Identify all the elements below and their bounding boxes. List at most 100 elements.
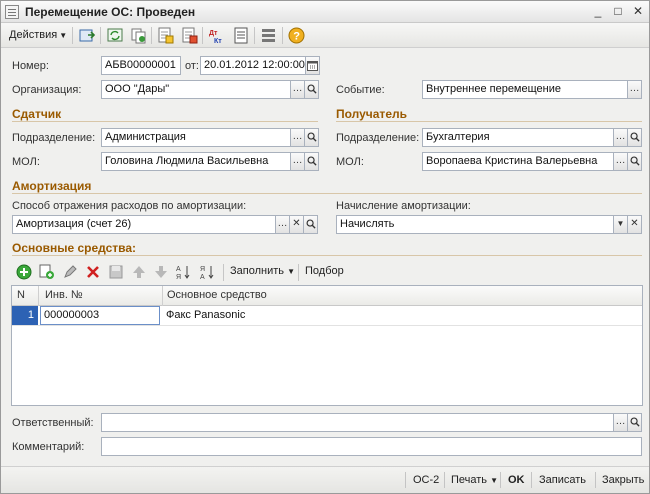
toolbar-divider	[595, 472, 596, 488]
toolbar-divider	[100, 27, 101, 44]
dt-kt-entries-icon[interactable]: Дт Кт	[208, 27, 225, 44]
number-field[interactable]: АБВ00000001	[101, 56, 181, 75]
amortization-method-field[interactable]: Амортизация (счет 26)	[12, 215, 276, 234]
move-up-icon[interactable]	[131, 264, 147, 280]
sender-department-select-button[interactable]: …	[290, 128, 305, 147]
close-window-button[interactable]: ✕	[630, 4, 646, 19]
sender-mol-open-button[interactable]	[304, 152, 319, 171]
receiver-mol-field[interactable]: Воропаева Кристина Валерьевна	[422, 152, 614, 171]
sender-department-open-button[interactable]	[304, 128, 319, 147]
chevron-down-icon: ▼	[490, 476, 499, 485]
ok-button[interactable]: OK	[508, 474, 525, 486]
column-header-n[interactable]: N	[17, 289, 25, 301]
inventory-number-cell[interactable]: 000000003	[40, 306, 160, 325]
receiver-mol-select-button[interactable]: …	[613, 152, 628, 171]
toolbar-divider	[531, 472, 532, 488]
receiver-mol-open-button[interactable]	[627, 152, 642, 171]
amortization-method-open-button[interactable]	[303, 215, 318, 234]
structure-icon[interactable]	[260, 27, 277, 44]
report-icon[interactable]	[233, 27, 250, 44]
post-document-icon[interactable]	[157, 27, 174, 44]
move-down-icon[interactable]	[153, 264, 169, 280]
responsible-open-button[interactable]	[627, 413, 642, 432]
svg-text:?: ?	[293, 31, 300, 43]
toolbar-divider	[254, 27, 255, 44]
assets-section-title: Основные средства:	[12, 241, 137, 255]
fill-menu-button[interactable]: Заполнить ▼	[230, 265, 295, 277]
svg-text:А: А	[176, 266, 181, 273]
section-divider	[12, 193, 642, 194]
svg-text:Кт: Кт	[214, 38, 222, 44]
save-row-icon[interactable]	[108, 264, 124, 280]
select-button[interactable]: Подбор	[305, 265, 344, 277]
edit-row-icon[interactable]	[62, 264, 78, 280]
svg-text:Я: Я	[176, 274, 181, 280]
close-button[interactable]: Закрыть	[602, 474, 644, 486]
maximize-button[interactable]: □	[610, 4, 626, 19]
column-header-asset[interactable]: Основное средство	[167, 289, 267, 301]
column-divider	[162, 286, 163, 306]
date-field[interactable]: 20.01.2012 12:00:00	[200, 56, 307, 75]
toolbar-divider	[444, 472, 445, 488]
receiver-department-select-button[interactable]: …	[613, 128, 628, 147]
calendar-icon	[307, 61, 318, 71]
sort-ascending-icon[interactable]: АЯ	[176, 264, 192, 280]
chevron-down-icon: ▼	[59, 31, 68, 40]
toolbar-divider	[405, 472, 406, 488]
event-select-button[interactable]: …	[627, 80, 642, 99]
column-header-inventory-number[interactable]: Инв. №	[45, 289, 83, 301]
help-icon[interactable]: ?	[288, 27, 305, 44]
amortization-accrual-dropdown-button[interactable]: ▼	[613, 215, 628, 234]
calendar-button[interactable]	[305, 56, 320, 75]
receiver-department-open-button[interactable]	[627, 128, 642, 147]
search-icon	[306, 219, 316, 229]
amortization-accrual-clear-button[interactable]: ✕	[627, 215, 642, 234]
copy-row-icon[interactable]	[39, 264, 55, 280]
comment-field[interactable]	[101, 437, 642, 456]
search-icon	[307, 132, 317, 142]
refresh-icon[interactable]	[107, 27, 124, 44]
section-divider	[12, 121, 318, 122]
table-row[interactable]: 1 000000003 Факс Panasonic	[12, 306, 642, 326]
event-field[interactable]: Внутреннее перемещение	[422, 80, 628, 99]
column-divider	[38, 286, 39, 306]
svg-text:Я: Я	[200, 266, 205, 273]
sort-descending-icon[interactable]: ЯА	[200, 264, 216, 280]
organization-open-button[interactable]	[304, 80, 319, 99]
actions-menu-button[interactable]: Действия ▼	[9, 29, 67, 41]
document-icon	[5, 5, 19, 19]
amortization-method-label: Способ отражения расходов по амортизации…	[12, 200, 247, 212]
sender-mol-field[interactable]: Головина Людмила Васильевна	[101, 152, 291, 171]
organization-select-button[interactable]: …	[290, 80, 305, 99]
organization-label: Организация:	[12, 84, 82, 96]
os2-form-button[interactable]: ОС-2	[413, 474, 439, 486]
save-button[interactable]: Записать	[539, 474, 586, 486]
organization-field[interactable]: ООО "Дары"	[101, 80, 291, 99]
asset-name-cell[interactable]: Факс Panasonic	[163, 306, 633, 325]
toolbar-divider	[282, 27, 283, 44]
row-number-cell[interactable]: 1	[12, 306, 38, 325]
amortization-method-select-button[interactable]: …	[275, 215, 290, 234]
event-label: Событие:	[336, 84, 385, 96]
save-and-close-icon[interactable]	[79, 27, 96, 44]
unpost-document-icon[interactable]	[181, 27, 198, 44]
search-icon	[307, 156, 317, 166]
responsible-select-button[interactable]: …	[613, 413, 628, 432]
amortization-method-clear-button[interactable]: ✕	[289, 215, 304, 234]
receiver-department-field[interactable]: Бухгалтерия	[422, 128, 614, 147]
sender-mol-select-button[interactable]: …	[290, 152, 305, 171]
print-label: Печать	[451, 474, 488, 486]
section-divider	[12, 255, 642, 256]
delete-row-icon[interactable]	[85, 264, 101, 280]
search-icon	[307, 84, 317, 94]
print-menu-button[interactable]: Печать ▼	[451, 474, 498, 486]
amortization-accrual-select[interactable]: Начислять	[336, 215, 614, 234]
responsible-field[interactable]	[101, 413, 614, 432]
fill-label: Заполнить	[230, 265, 285, 277]
actions-label: Действия	[9, 29, 58, 41]
copy-document-icon[interactable]	[130, 27, 147, 44]
add-row-icon[interactable]	[16, 264, 32, 280]
sender-department-field[interactable]: Администрация	[101, 128, 291, 147]
chevron-down-icon: ▼	[287, 267, 295, 276]
minimize-button[interactable]: _	[590, 4, 606, 19]
